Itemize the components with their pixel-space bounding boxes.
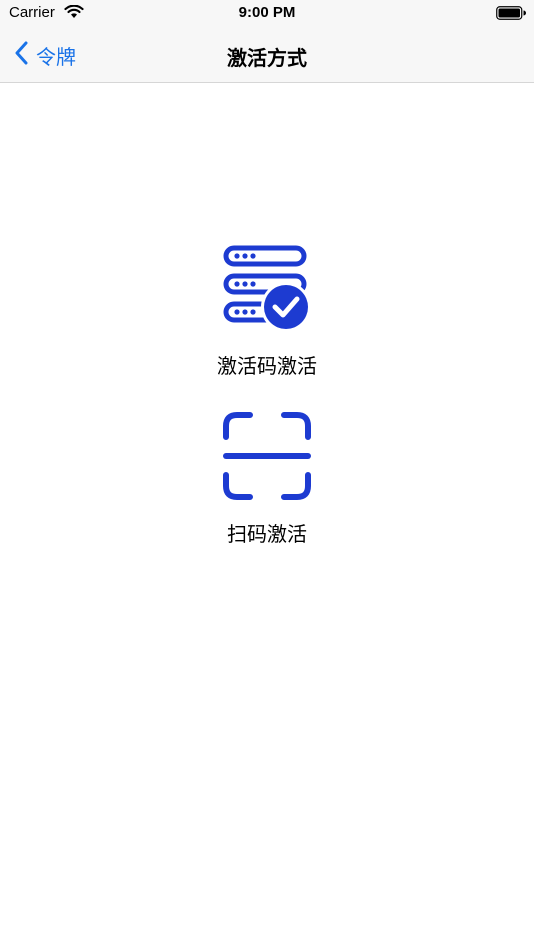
battery-icon [496,6,526,24]
status-time: 9:00 PM [238,4,296,21]
scan-activation-option[interactable]: 扫码激活 [0,412,534,547]
activation-code-option[interactable]: 激活码激活 [0,244,534,379]
scan-activation-label: 扫码激活 [227,522,307,546]
status-bar: Carrier 9:00 PM [0,0,534,28]
scan-icon [223,412,311,504]
page-title: 激活方式 [227,46,307,70]
navigation-bar: 令牌 激活方式 [0,28,534,83]
screen: Carrier 9:00 PM 令牌 激活方式 激活码激活 扫码激活 [0,0,534,950]
server-check-icon [222,244,312,336]
activation-code-label: 激活码激活 [217,354,317,378]
